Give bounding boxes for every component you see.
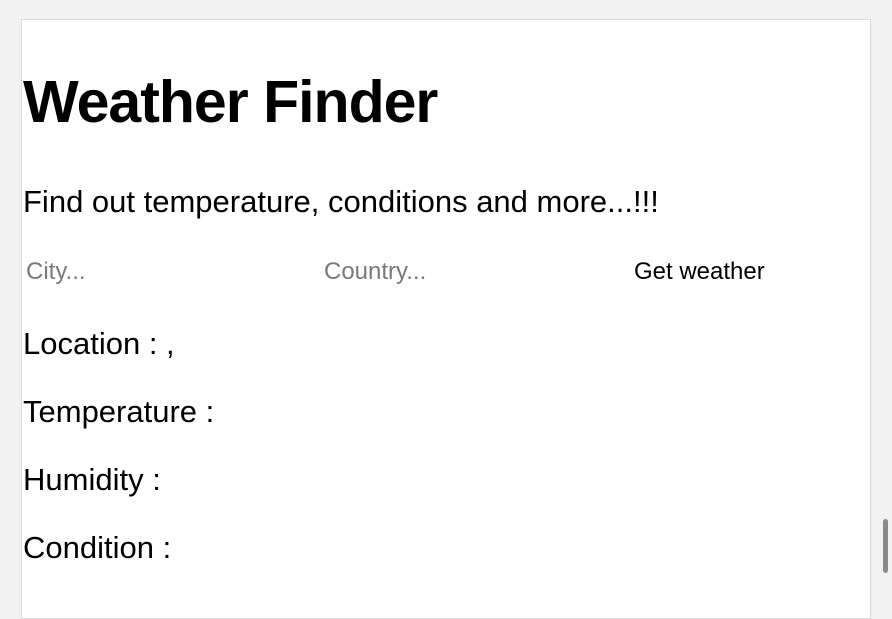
page-title: Weather Finder: [23, 69, 438, 135]
country-input[interactable]: [324, 252, 604, 292]
page-subtitle: Find out temperature, conditions and mor…: [23, 184, 659, 219]
condition-label: Condition :: [23, 530, 172, 565]
city-input[interactable]: [26, 252, 306, 292]
temperature-label: Temperature :: [23, 394, 215, 429]
humidity-label: Humidity :: [23, 462, 161, 497]
get-weather-button[interactable]: Get weather: [630, 252, 769, 292]
location-label: Location : ,: [23, 326, 175, 361]
weather-form: Get weather: [22, 252, 870, 292]
vertical-scrollbar[interactable]: [883, 519, 888, 573]
app-page: Weather Finder Find out temperature, con…: [21, 19, 871, 619]
